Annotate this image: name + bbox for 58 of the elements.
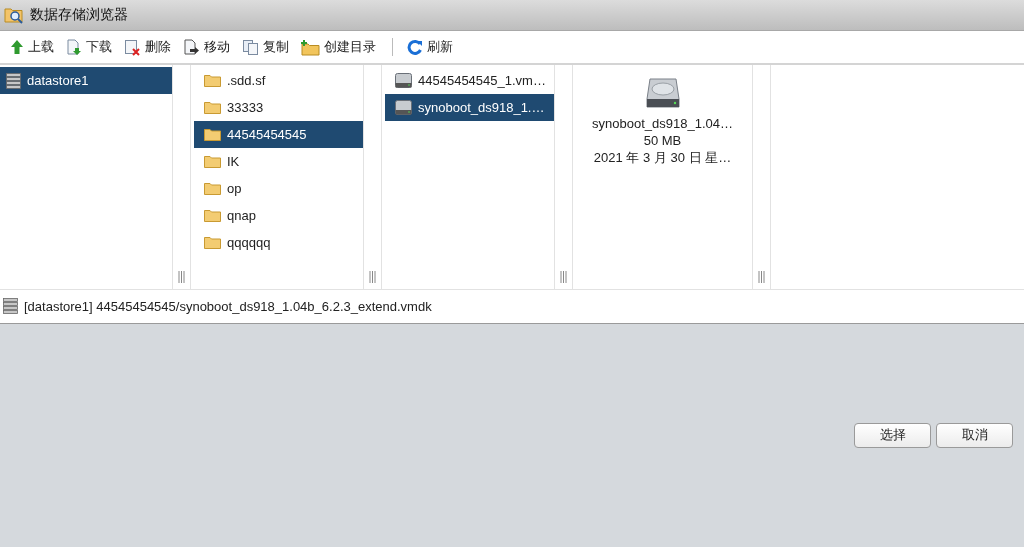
item-name: .sdd.sf (227, 73, 266, 88)
toolbar-button[interactable]: 下载 (62, 36, 118, 58)
resize-grip-icon[interactable] (369, 270, 376, 283)
hard-drive-icon (645, 77, 680, 109)
resize-grip-icon[interactable] (178, 270, 185, 283)
document-cross-icon (124, 38, 141, 56)
document-down-arrow-icon (66, 38, 82, 56)
browser-item[interactable]: 33333 (194, 94, 363, 121)
browser-item[interactable]: 44545454545_1.vm… (385, 67, 554, 94)
browser-item[interactable]: synoboot_ds918_1.… (385, 94, 554, 121)
folder-icon (204, 236, 221, 249)
refresh-icon (407, 39, 423, 55)
folder-icon (204, 74, 221, 87)
folder-plus-icon (301, 38, 320, 56)
browser-item[interactable]: datastore1 (0, 67, 172, 94)
browser-item[interactable]: qnap (194, 202, 363, 229)
folder-icon (204, 101, 221, 114)
window-title: 数据存储浏览器 (30, 6, 128, 24)
item-name: IK (227, 154, 240, 169)
toolbar-button[interactable]: 刷新 (403, 36, 459, 58)
browser-item[interactable]: op (194, 175, 363, 202)
toolbar-button[interactable]: 删除 (120, 36, 177, 58)
file-name: synoboot_ds918_1.04… (592, 115, 733, 132)
folder-icon (204, 155, 221, 168)
hard-drive-icon (395, 100, 412, 115)
file-size: 50 MB (643, 132, 682, 149)
item-name: synoboot_ds918_1.… (418, 100, 545, 115)
item-name: qqqqqq (227, 235, 271, 250)
file-path: [datastore1] 44545454545/synoboot_ds918_1.04b_6.2.3_extend.vmdk (24, 298, 432, 314)
document-arrow-icon (183, 38, 200, 56)
item-name: 44545454545_1.vm… (418, 73, 546, 88)
database-icon (3, 298, 18, 314)
browser-item[interactable]: IK (194, 148, 363, 175)
file-date: 2021 年 3 月 30 日 星… (593, 149, 732, 166)
item-name: 33333 (227, 100, 264, 115)
dialog-button[interactable]: 选择 (854, 422, 931, 448)
browser-item[interactable]: qqqqqq (194, 229, 363, 256)
up-arrow-icon (10, 39, 24, 55)
folder-icon (204, 209, 221, 222)
item-name: op (227, 181, 242, 196)
folder-icon (204, 182, 221, 195)
toolbar-button[interactable]: 创建目录 (297, 36, 382, 58)
toolbar-button[interactable]: 上载 (6, 36, 60, 58)
copy-icon (242, 38, 259, 56)
resize-grip-icon[interactable] (560, 270, 567, 283)
toolbar-button[interactable]: 复制 (238, 36, 295, 58)
resize-grip-icon[interactable] (758, 270, 765, 283)
browser-item[interactable]: 44545454545 (194, 121, 363, 148)
folder-magnifier-icon (4, 6, 24, 24)
item-name: qnap (227, 208, 256, 223)
item-name: datastore1 (27, 73, 89, 88)
folder-icon (204, 128, 221, 141)
browser-item[interactable]: .sdd.sf (194, 67, 363, 94)
hard-drive-icon (395, 73, 412, 88)
dialog-button[interactable]: 取消 (936, 422, 1013, 448)
item-name: 44545454545 (227, 127, 307, 142)
database-icon (6, 72, 21, 89)
toolbar-button[interactable]: 移动 (179, 36, 236, 58)
